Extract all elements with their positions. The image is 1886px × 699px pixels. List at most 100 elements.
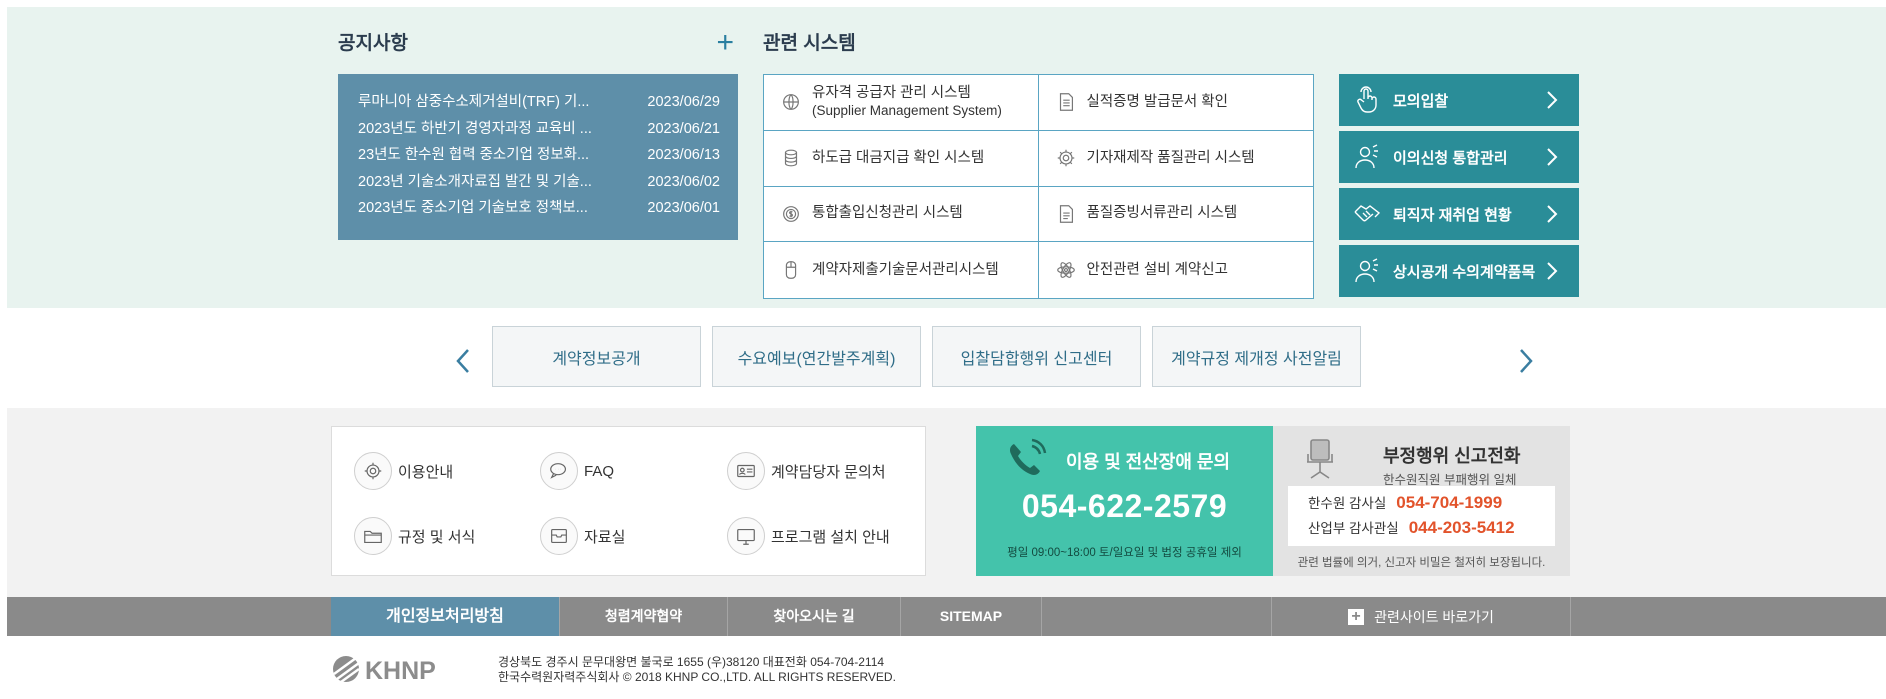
footer-link-directions[interactable]: 찾아오시는 길: [728, 597, 901, 636]
system-link-safety-equipment[interactable]: 안전관련 설비 계약신고: [1039, 242, 1314, 298]
guide-link-program-install[interactable]: 프로그램 설치 안내: [727, 517, 890, 555]
guide-link-label: 규정 및 서식: [398, 528, 476, 546]
report-phone-row: 산업부 감사관실 044-203-5412: [1308, 517, 1515, 538]
notice-item-date: 2023/06/02: [647, 173, 720, 190]
notice-item-title: 2023년도 중소기업 기술보호 정책보...: [358, 200, 588, 216]
system-link-quality-management[interactable]: 기자재제작 품질관리 시스템: [1038, 131, 1313, 187]
folder-icon: [364, 530, 382, 544]
guide-link-label: 계약담당자 문의처: [771, 463, 886, 481]
carousel-item-demand-forecast[interactable]: 수요예보(연간발주계획): [712, 326, 921, 387]
chevron-right-icon: [1547, 91, 1558, 109]
phone-icon: [1010, 436, 1052, 475]
guide-link-faq[interactable]: FAQ: [540, 452, 614, 490]
report-phone-label: 한수원 감사실: [1308, 496, 1387, 511]
system-link-performance-certificate[interactable]: 실적증명 발급문서 확인: [1038, 75, 1313, 131]
system-link-supplier-management[interactable]: 유자격 공급자 관리 시스템 (Supplier Management Syste…: [764, 75, 1039, 131]
guide-link-regulations[interactable]: 규정 및 서식: [354, 517, 475, 555]
notice-item-date: 2023/06/29: [647, 94, 720, 110]
banner-carousel: 계약정보공개 수요예보(연간발주계획) 입찰담합행위 신고센터 계약규정 제개정…: [0, 308, 1886, 408]
footer-link-privacy-policy[interactable]: 개인정보처리방침: [331, 597, 560, 636]
system-label: 통합출입신청관리 시스템: [812, 205, 963, 222]
chat-icon: [550, 463, 567, 479]
system-label: 안전관련 설비 계약신고: [1086, 261, 1228, 278]
system-link-subcontract-payment[interactable]: 하도급 대금지급 확인 시스템: [764, 130, 1039, 187]
report-phone-row: 한수원 감사실 054-704-1999: [1308, 492, 1502, 513]
handshake-icon: [1354, 205, 1381, 222]
gear-icon: [364, 462, 382, 480]
guide-link-label: FAQ: [584, 462, 615, 480]
monitor-icon: [737, 528, 755, 545]
notice-item[interactable]: 2023년도 하반기 경영자과정 교육비 ... 2023/06/21: [358, 116, 720, 143]
report-phone-label: 산업부 감사관실: [1308, 521, 1399, 536]
carousel-next-arrow-icon[interactable]: [1516, 346, 1536, 376]
notice-more-plus-icon[interactable]: +: [716, 28, 734, 58]
footer-address-block: 경상북도 경주시 문무대왕면 불국로 1655 (우)38120 대표전화 05…: [498, 655, 896, 685]
related-sites-label: 관련사이트 바로가기: [1374, 608, 1494, 625]
guide-link-usage[interactable]: 이용안내: [354, 452, 453, 490]
person-icon: [1355, 144, 1378, 169]
guide-link-contract-contact[interactable]: 계약담당자 문의처: [727, 452, 886, 490]
archive-icon: [551, 528, 567, 544]
guide-link-label: 프로그램 설치 안내: [771, 528, 890, 546]
notice-item[interactable]: 루마니아 삼중수소제거설비(TRF) 기... 2023/06/29: [358, 89, 720, 116]
person-icon: [1355, 258, 1378, 283]
atom-icon: [1056, 262, 1075, 279]
related-systems-grid: 유자격 공급자 관리 시스템 (Supplier Management Syste…: [763, 74, 1314, 299]
system-link-access-request[interactable]: 통합출입신청관리 시스템: [764, 186, 1039, 243]
notice-item-title: 2023년도 하반기 경영자과정 교육비 ...: [358, 120, 592, 137]
carousel-item-bid-rigging-report[interactable]: 입찰담합행위 신고센터: [932, 326, 1141, 387]
quick-button-label: 모의입찰: [1393, 92, 1449, 110]
report-line-title: 부정행위 신고전화: [1383, 446, 1521, 466]
coin-icon: [783, 205, 799, 222]
top-band: 공지사항 + 루마니아 삼중수소제거설비(TRF) 기... 2023/06/29…: [7, 7, 1886, 308]
system-label: 유자격 공급자 관리 시스템: [812, 85, 971, 102]
carousel-item-contract-info[interactable]: 계약정보공개: [492, 326, 701, 387]
globe-icon: [783, 94, 799, 111]
chevron-right-icon: [1547, 262, 1558, 280]
report-phone-number: 044-203-5412: [1408, 518, 1515, 537]
private-contract-items-button[interactable]: 상시공개 수의계약품목: [1339, 245, 1579, 297]
document-icon: [1059, 205, 1073, 223]
notice-item-title: 2023년 기술소개자료집 발간 및 기술...: [358, 173, 592, 190]
system-link-technical-documents[interactable]: 계약자제출기술문서관리시스템: [764, 242, 1039, 298]
help-desk-title: 이용 및 전산장애 문의: [1066, 452, 1231, 472]
guide-link-label: 자료실: [584, 528, 626, 546]
system-label: 실적증명 발급문서 확인: [1086, 93, 1228, 110]
carousel-prev-arrow-icon[interactable]: [453, 346, 473, 376]
system-sublabel: (Supplier Management System): [812, 103, 1002, 119]
quick-button-label: 이의신청 통합관리: [1393, 149, 1508, 167]
help-desk-phone: 054-622-2579: [1021, 488, 1228, 524]
footer-address: 경상북도 경주시 문무대왕면 불국로 1655 (우)38120 대표전화 05…: [498, 655, 885, 669]
footer-link-sitemap[interactable]: SITEMAP: [901, 597, 1042, 636]
system-link-quality-documents[interactable]: 품질증빙서류관리 시스템: [1038, 187, 1313, 243]
report-phone-list: 한수원 감사실 054-704-1999 산업부 감사관실 044-203-54…: [1288, 486, 1555, 546]
document-icon: [1059, 93, 1073, 112]
help-desk-box: 이용 및 전산장애 문의 054-622-2579 평일 09:00~18:00…: [976, 426, 1273, 576]
notice-list: 루마니아 삼중수소제거설비(TRF) 기... 2023/06/29 2023년도…: [338, 74, 738, 240]
database-icon: [784, 149, 798, 167]
help-desk-hours: 평일 09:00~18:00 토/일요일 및 법정 공휴일 제외: [1007, 547, 1242, 559]
notice-item[interactable]: 2023년도 중소기업 기술보호 정책보... 2023/06/01: [358, 195, 720, 222]
notice-item[interactable]: 23년도 한수원 협력 중소기업 정보화... 2023/06/13: [358, 142, 720, 169]
related-systems-title: 관련 시스템: [763, 33, 856, 54]
chevron-right-icon: [1547, 148, 1558, 166]
khnp-logo: KHNP: [333, 656, 436, 684]
carousel-item-regulation-notice[interactable]: 계약규정 제개정 사전알림: [1152, 326, 1361, 387]
related-sites-dropdown[interactable]: + 관련사이트 바로가기: [1271, 597, 1571, 636]
notice-item-title: 루마니아 삼중수소제거설비(TRF) 기...: [358, 94, 590, 110]
system-label: 기자재제작 품질관리 시스템: [1086, 149, 1255, 166]
footer-link-integrity-pact[interactable]: 청렴계약협약: [560, 597, 728, 636]
objection-management-button[interactable]: 이의신청 통합관리: [1339, 131, 1579, 183]
notice-item-title: 23년도 한수원 협력 중소기업 정보화...: [358, 147, 590, 163]
related-systems-section: 관련 시스템 유자격 공급자 관리 시스템 (Supplier Managemen…: [763, 29, 1583, 299]
report-phone-number: 054-704-1999: [1396, 493, 1503, 512]
info-band: 이용안내 FAQ 계약담당자 문의처 규정 및 서식 자료실 프로그램 설치 안…: [7, 408, 1886, 597]
notice-item-date: 2023/06/21: [647, 120, 720, 137]
system-label: 하도급 대금지급 확인 시스템: [812, 149, 985, 166]
chair-icon: [1307, 439, 1333, 479]
hand-pointer-icon: [1357, 86, 1377, 113]
guide-link-archive[interactable]: 자료실: [540, 517, 625, 555]
notice-item[interactable]: 2023년 기술소개자료집 발간 및 기술... 2023/06/02: [358, 169, 720, 196]
mock-bidding-button[interactable]: 모의입찰: [1339, 74, 1579, 126]
retiree-reemployment-button[interactable]: 퇴직자 재취업 현황: [1339, 188, 1579, 240]
